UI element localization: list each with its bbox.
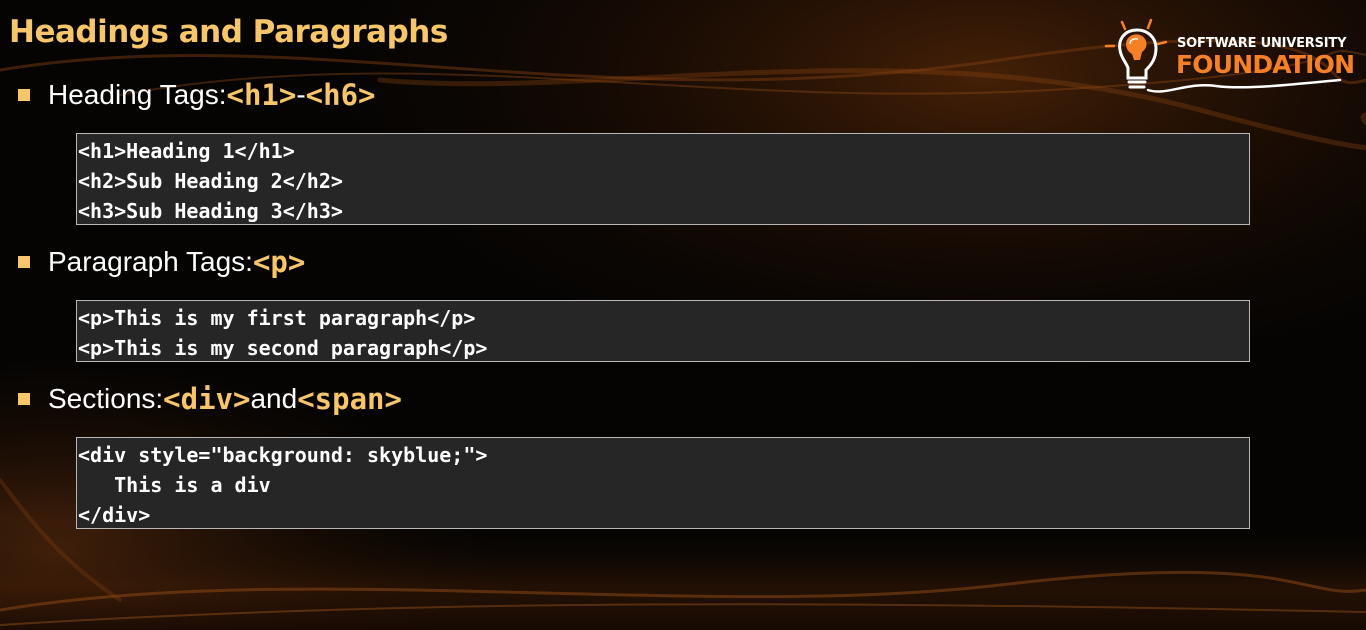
- logo-text-bottom: FOUNDATION: [1176, 50, 1355, 79]
- bullet-marker: [18, 256, 30, 268]
- code-line: This is a div: [78, 473, 271, 497]
- inline-code-tag: <span>: [297, 382, 402, 416]
- slide: Headings and Paragraphs SOFTWARE UNIVERS…: [0, 0, 1366, 630]
- code-line: </div>: [78, 503, 151, 527]
- code-line: <div style="background: skyblue;">: [78, 443, 488, 467]
- inline-code-tag: <div>: [163, 382, 251, 416]
- code-line: <p>This is my second paragraph</p>: [78, 336, 488, 360]
- code-line: <h2>Sub Heading 2</h2>: [78, 169, 343, 193]
- bullet-marker: [18, 393, 30, 405]
- code-block-headings: <h1>Heading 1</h1> <h2>Sub Heading 2</h2…: [76, 133, 1250, 225]
- inline-code-tag: <h6>: [305, 78, 376, 112]
- logo-text-top: SOFTWARE UNIVERSITY: [1177, 36, 1347, 51]
- bullet-connector: -: [296, 79, 306, 110]
- inline-code-tag: <h1>: [226, 78, 297, 112]
- logo-underline-swoosh: [1146, 78, 1342, 93]
- code-line: <p>This is my first paragraph</p>: [78, 306, 476, 330]
- bullet-connector: and: [250, 383, 298, 414]
- bullet-heading-tags: Heading Tags: <h1> - <h6>: [18, 78, 376, 112]
- bullet-label: Paragraph Tags:: [48, 246, 253, 277]
- code-block-paragraphs: <p>This is my first paragraph</p> <p>Thi…: [76, 300, 1250, 362]
- code-line: <h1>Heading 1</h1>: [78, 139, 295, 163]
- code-block-sections: <div style="background: skyblue;"> This …: [76, 437, 1250, 529]
- bullet-label: Heading Tags:: [48, 79, 227, 110]
- bullet-label: Sections:: [48, 383, 164, 414]
- inline-code-tag: <p>: [252, 245, 306, 279]
- software-university-logo: SOFTWARE UNIVERSITY FOUNDATION: [1100, 18, 1355, 98]
- slide-title: Headings and Paragraphs: [9, 14, 448, 50]
- bullet-paragraph-tags: Paragraph Tags: <p>: [18, 245, 305, 279]
- bullet-sections: Sections: <div> and <span>: [18, 382, 402, 416]
- bullet-marker: [18, 89, 30, 101]
- code-line: <h3>Sub Heading 3</h3>: [78, 199, 343, 223]
